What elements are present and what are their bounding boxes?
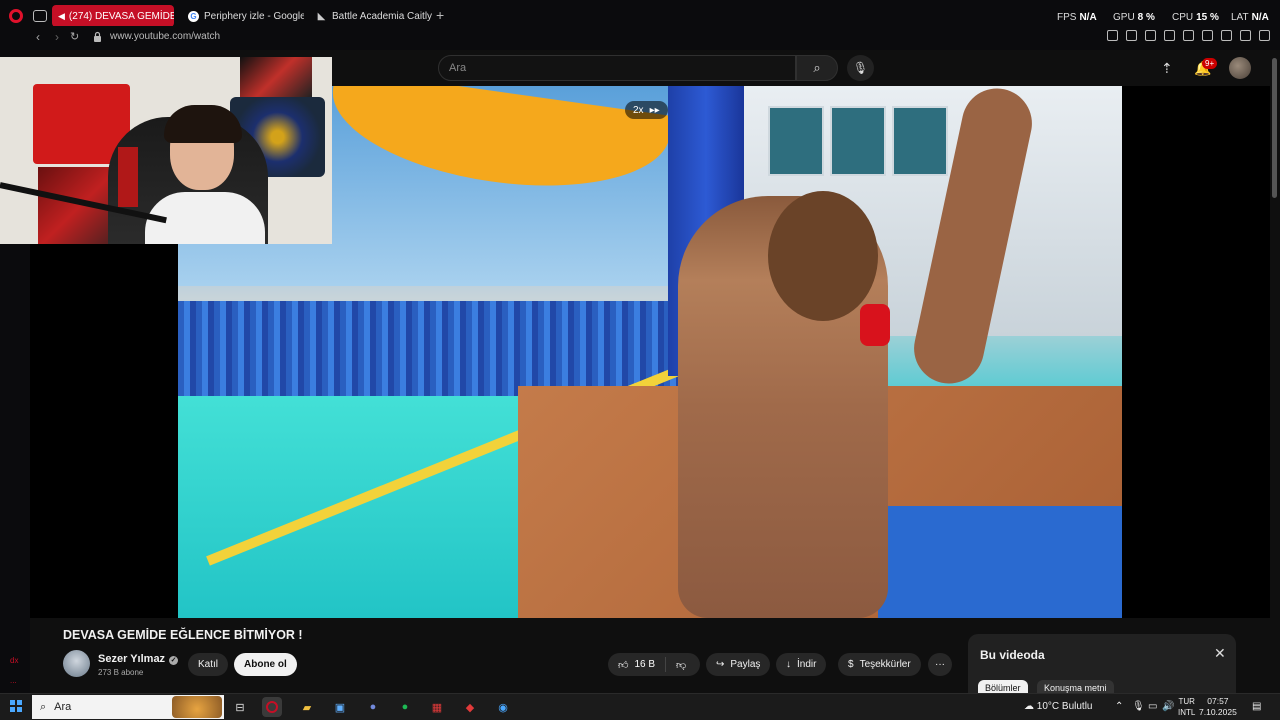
system-clock[interactable]: 07:57 7.10.2025: [1199, 696, 1237, 718]
thumbs-down-icon: 👎︎: [676, 659, 687, 671]
opera-gx-taskbar-icon[interactable]: [262, 697, 282, 717]
discord-icon[interactable]: ●: [363, 697, 383, 717]
like-button[interactable]: 👍︎ 16 B: [608, 657, 667, 672]
tray-overflow-icon[interactable]: ⌃: [1115, 701, 1123, 712]
tab-islands-icon[interactable]: [33, 10, 47, 22]
scrollbar-thumb[interactable]: [1272, 58, 1277, 198]
tab-label: (274) DEVASA GEMİDE: [68, 10, 174, 22]
thumbs-up-icon: 👍︎: [618, 659, 629, 671]
heart-icon[interactable]: [1183, 30, 1194, 41]
riot-client-icon[interactable]: ◆: [460, 697, 480, 717]
tab-battle-academia[interactable]: ◣ Battle Academia Caitlyn: [310, 5, 432, 27]
subscribe-button[interactable]: Abone ol: [234, 653, 297, 676]
speaker-icon[interactable]: ◀: [58, 11, 65, 22]
url-field[interactable]: www.youtube.com/watch: [110, 31, 220, 42]
file-explorer-icon[interactable]: ▰: [297, 697, 317, 717]
spotify-icon[interactable]: ●: [395, 697, 415, 717]
screen: ◀ (274) DEVASA GEMİDE G Periphery izle -…: [0, 0, 1280, 720]
subscriber-count: 273 B abone: [98, 668, 144, 677]
download-icon[interactable]: [1240, 30, 1251, 41]
new-tab-button[interactable]: +: [436, 7, 444, 23]
search-icon: ⌕: [813, 60, 821, 75]
download-icon: ↓: [786, 659, 791, 670]
volume-icon[interactable]: 🔊: [1162, 701, 1174, 712]
game-icon: ◣: [317, 10, 326, 22]
voice-search-button[interactable]: 🎙: [847, 55, 874, 81]
google-icon: G: [188, 10, 199, 22]
cpu-readout: CPU 15 %: [1172, 12, 1219, 23]
extensions-icon[interactable]: [1202, 30, 1213, 41]
panel-title: Bu videoda: [980, 648, 1045, 662]
streamer-webcam: [0, 57, 332, 244]
more-actions-button[interactable]: ···: [928, 653, 952, 676]
fast-forward-icon: ▸▸: [649, 104, 660, 116]
share-button[interactable]: ↪ Paylaş: [706, 653, 771, 676]
microphone-tray-icon[interactable]: 🎙: [1132, 701, 1145, 712]
back-icon[interactable]: ‹: [36, 30, 40, 44]
sidebar-gx-label[interactable]: dx: [10, 656, 18, 665]
address-bar-actions: [1107, 30, 1270, 41]
sidebar-more[interactable]: ...: [10, 676, 17, 685]
tab-label: Battle Academia Caitlyn: [332, 10, 432, 22]
menu-icon[interactable]: [1259, 30, 1270, 41]
search-icon: ⌕: [40, 700, 47, 713]
channel-name[interactable]: Sezer Yılmaz ✓: [98, 653, 179, 665]
opera-logo-icon[interactable]: [9, 9, 23, 23]
notification-count-badge: 9+: [1202, 58, 1218, 69]
windows-start-icon[interactable]: [10, 700, 22, 712]
share-icon: ↪: [716, 659, 725, 670]
shield-icon[interactable]: [1145, 30, 1156, 41]
dislike-button[interactable]: 👎︎: [666, 659, 696, 671]
cloud-icon: ☁: [1024, 701, 1037, 712]
latency-readout: LAT N/A: [1231, 12, 1269, 23]
account-avatar[interactable]: [1229, 57, 1251, 79]
streaming-app-icon[interactable]: ▦: [427, 697, 447, 717]
search-highlight-image[interactable]: [172, 696, 222, 718]
upload-icon[interactable]: ⇡: [1161, 60, 1173, 77]
search-input[interactable]: Ara: [438, 55, 796, 81]
video-title: DEVASA GEMİDE EĞLENCE BİTMİYOR !: [63, 628, 303, 642]
fps-readout: FPS N/A: [1057, 12, 1097, 23]
pin-icon[interactable]: [1107, 30, 1118, 41]
weather-widget[interactable]: ☁ 10°C Bulutlu: [1024, 701, 1092, 712]
microsoft-store-icon[interactable]: ▣: [330, 697, 350, 717]
profile-icon[interactable]: [1221, 30, 1232, 41]
thanks-button[interactable]: $ Teşekkürler: [838, 653, 921, 676]
task-view-icon[interactable]: ⊟: [230, 697, 250, 717]
tab-label: Periphery izle - Google'da: [204, 10, 304, 22]
gpu-readout: GPU 8 %: [1113, 12, 1155, 23]
notification-center-icon[interactable]: ▤: [1252, 701, 1261, 712]
reload-icon[interactable]: ↻: [70, 30, 79, 43]
forward-icon[interactable]: ›: [55, 30, 59, 44]
super-thanks-icon: $: [848, 659, 854, 670]
snapshot-icon[interactable]: [1126, 30, 1137, 41]
playback-speed-badge: 2x ▸▸: [625, 101, 668, 119]
join-button[interactable]: Katıl: [188, 653, 229, 676]
tab-google[interactable]: G Periphery izle - Google'da: [182, 5, 304, 27]
download-button[interactable]: ↓ İndir: [776, 653, 827, 676]
lock-icon: [94, 31, 101, 42]
like-dislike-group: 👍︎ 16 B 👎︎: [608, 653, 700, 676]
close-icon[interactable]: ✕: [1214, 645, 1226, 662]
microphone-icon: 🎙: [852, 61, 869, 75]
verified-icon: ✓: [169, 656, 179, 665]
tab-youtube[interactable]: ◀ (274) DEVASA GEMİDE: [52, 5, 174, 27]
search-button[interactable]: ⌕: [796, 55, 838, 81]
player-icon[interactable]: [1164, 30, 1175, 41]
steam-icon[interactable]: ◉: [493, 697, 513, 717]
network-icon[interactable]: ▭: [1148, 701, 1157, 712]
channel-avatar[interactable]: [63, 650, 90, 677]
language-indicator[interactable]: TUR INTL: [1178, 696, 1195, 718]
